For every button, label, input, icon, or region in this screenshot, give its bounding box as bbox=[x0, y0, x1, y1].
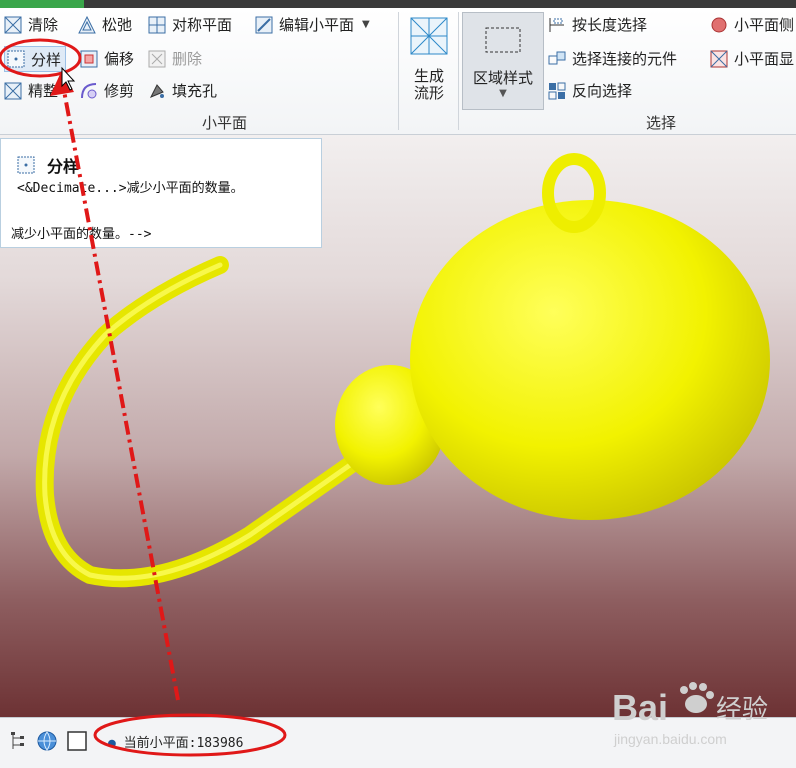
group-separator bbox=[458, 12, 459, 130]
facet-display-button[interactable]: 小平面显 bbox=[710, 48, 794, 69]
tooltip-description: <&Decimate...>减少小平面的数量。 bbox=[17, 181, 244, 196]
facet-display-icon bbox=[710, 50, 728, 67]
ribbon: 清除 松弛 对称平面 编辑小平面 ▼ 分样 偏移 删除 精整 修剪 填充孔 小平… bbox=[0, 8, 796, 135]
tooltip-title-text: 分样 bbox=[47, 157, 80, 176]
generate-label-line1: 生成 bbox=[413, 67, 444, 85]
reverse-select-label: 反向选择 bbox=[572, 82, 633, 100]
offset-button[interactable]: 偏移 bbox=[80, 48, 134, 69]
symmetry-plane-icon bbox=[148, 16, 166, 33]
decimate-label: 分样 bbox=[31, 50, 62, 69]
facet-display-label: 小平面显 bbox=[734, 50, 795, 68]
refine-icon bbox=[4, 82, 22, 99]
facet-count-value: 183986 bbox=[196, 736, 244, 751]
decimate-icon bbox=[17, 156, 35, 174]
facet-count-status: ● 当前小平面:183986 bbox=[108, 732, 243, 751]
select-group-label: 选择 bbox=[646, 114, 677, 132]
delete-button[interactable]: 删除 bbox=[148, 48, 202, 69]
delete-icon bbox=[148, 50, 166, 67]
region-select-icon bbox=[485, 27, 521, 53]
select-by-length-label: 按长度选择 bbox=[572, 16, 648, 34]
fill-hole-label: 填充孔 bbox=[172, 82, 218, 100]
paw-icon bbox=[680, 682, 714, 713]
trim-button[interactable]: 修剪 bbox=[80, 80, 134, 101]
decimate-tooltip: 分样 <&Decimate...>减少小平面的数量。 减少小平面的数量。--> bbox=[0, 138, 322, 248]
generate-manifold-button[interactable]: 生成 流形 bbox=[404, 16, 454, 102]
chevron-down-icon[interactable]: ▼ bbox=[362, 19, 370, 30]
reverse-select-icon bbox=[548, 82, 566, 99]
relax-icon bbox=[78, 15, 96, 33]
decimate-button[interactable]: 分样 bbox=[4, 46, 67, 72]
edit-facet-label: 编辑小平面 bbox=[279, 16, 355, 34]
active-tab-indicator bbox=[0, 0, 84, 8]
region-style-button[interactable]: 区域样式 ▼ bbox=[462, 12, 544, 110]
select-connected-label: 选择连接的元件 bbox=[572, 50, 678, 68]
delete-label: 删除 bbox=[172, 50, 203, 68]
watermark-brand: Bai bbox=[612, 687, 668, 728]
chevron-down-icon: ▼ bbox=[499, 88, 507, 99]
generate-manifold-icon bbox=[410, 17, 448, 55]
facet-side-button[interactable]: 小平面侧 bbox=[710, 14, 794, 35]
clean-button[interactable]: 清除 bbox=[4, 14, 58, 35]
refine-label: 精整 bbox=[28, 82, 59, 100]
globe-icon[interactable] bbox=[36, 730, 58, 752]
facet-side-label: 小平面侧 bbox=[734, 16, 795, 34]
generate-label-line2: 流形 bbox=[413, 84, 444, 102]
select-by-length-button[interactable]: 按长度选择 bbox=[548, 14, 647, 35]
relax-label: 松弛 bbox=[102, 16, 133, 34]
hook-wire bbox=[35, 256, 359, 588]
facet-group-label: 小平面 bbox=[202, 114, 248, 132]
tree-icon[interactable] bbox=[8, 730, 30, 752]
refine-button[interactable]: 精整 bbox=[4, 80, 58, 101]
edit-facet-button[interactable]: 编辑小平面 ▼ bbox=[255, 14, 370, 35]
edit-facet-icon bbox=[255, 16, 273, 33]
offset-icon bbox=[80, 50, 98, 67]
clean-label: 清除 bbox=[28, 16, 59, 34]
region-style-label: 区域样式 bbox=[472, 69, 533, 87]
tooltip-title: 分样 bbox=[17, 153, 79, 177]
fill-hole-button[interactable]: 填充孔 bbox=[148, 80, 217, 101]
offset-label: 偏移 bbox=[104, 50, 135, 68]
select-by-length-icon bbox=[549, 17, 564, 32]
window-top-strip bbox=[0, 0, 796, 8]
fill-hole-icon bbox=[149, 83, 164, 98]
select-connected-icon bbox=[548, 51, 566, 64]
tooltip-description-alt: 减少小平面的数量。--> bbox=[11, 227, 152, 242]
decimate-icon bbox=[7, 50, 25, 68]
trim-label: 修剪 bbox=[104, 82, 135, 100]
relax-button[interactable]: 松弛 bbox=[78, 14, 132, 35]
status-dot-icon: ● bbox=[108, 736, 116, 751]
group-separator bbox=[398, 12, 399, 130]
watermark-url: jingyan.baidu.com bbox=[613, 731, 727, 747]
select-connected-button[interactable]: 选择连接的元件 bbox=[548, 48, 677, 69]
sinker-body bbox=[410, 200, 770, 520]
facet-side-icon bbox=[711, 17, 727, 32]
window-icon[interactable] bbox=[66, 730, 88, 752]
symmetry-plane-button[interactable]: 对称平面 bbox=[148, 14, 232, 35]
baidu-watermark: Bai 经验 jingyan.baidu.com bbox=[612, 682, 782, 752]
clean-icon bbox=[4, 16, 22, 33]
symmetry-plane-label: 对称平面 bbox=[172, 16, 233, 34]
reverse-select-button[interactable]: 反向选择 bbox=[548, 80, 632, 101]
watermark-cn: 经验 bbox=[716, 695, 768, 725]
facet-count-label: 当前小平面: bbox=[123, 736, 197, 751]
trim-icon bbox=[81, 82, 97, 98]
